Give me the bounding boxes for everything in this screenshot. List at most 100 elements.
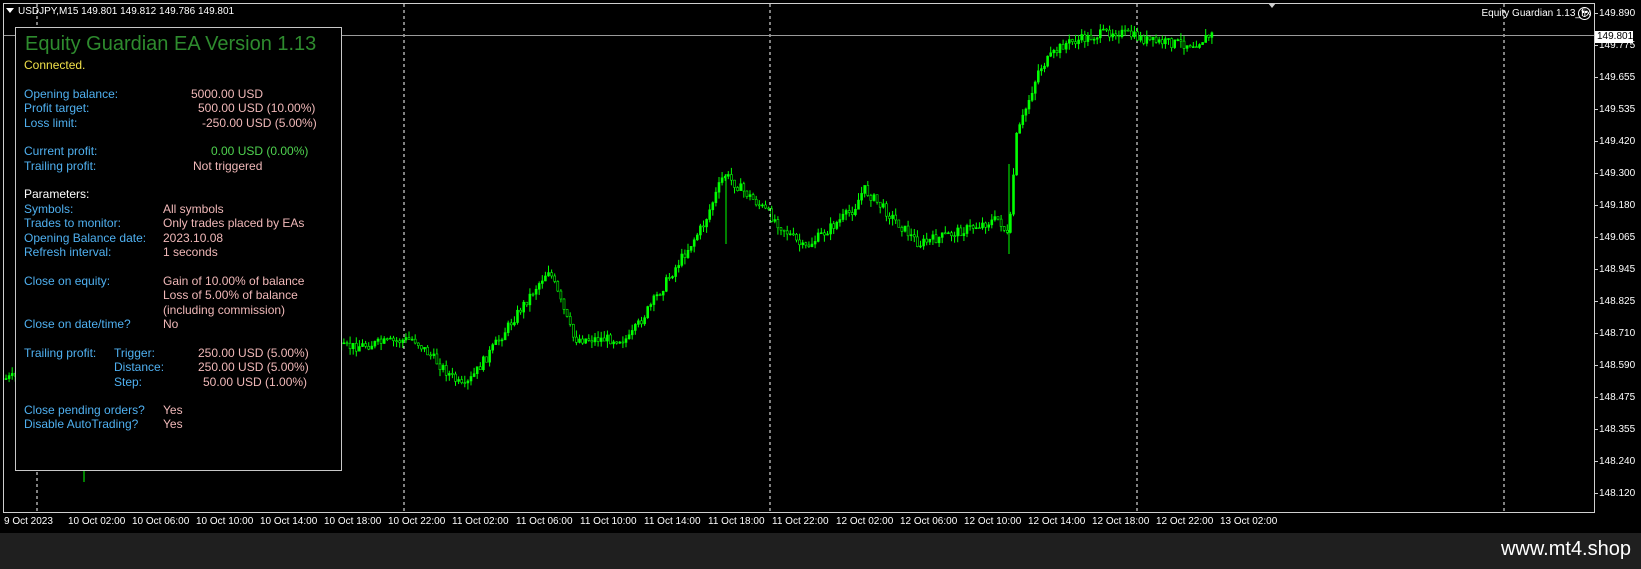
candle bbox=[571, 323, 575, 342]
candle bbox=[1002, 226, 1006, 233]
chart-window[interactable]: USDJPY,M15 149.801 149.812 149.786 149.8… bbox=[0, 0, 1641, 533]
candle bbox=[943, 226, 947, 235]
candle bbox=[826, 230, 829, 236]
candle bbox=[1080, 29, 1083, 43]
candle bbox=[981, 217, 984, 230]
candle bbox=[559, 289, 563, 303]
candle bbox=[968, 219, 972, 231]
candle bbox=[1005, 224, 1009, 235]
candle bbox=[919, 240, 922, 249]
time-tick: 11 Oct 10:00 bbox=[580, 516, 637, 527]
candle bbox=[599, 331, 603, 347]
candle bbox=[708, 204, 712, 223]
close-equity-line3: (including commission) bbox=[163, 303, 286, 317]
candle bbox=[900, 225, 904, 237]
candle bbox=[974, 222, 978, 230]
price-axis[interactable]: 149.890 149.775 149.655 149.535 149.420 149.3… bbox=[1594, 3, 1641, 513]
candle bbox=[460, 375, 464, 385]
profit-target-value: 500.00 USD (10.00%) bbox=[198, 101, 316, 115]
candle bbox=[692, 237, 696, 253]
candle bbox=[1077, 34, 1080, 50]
trigger-value: 250.00 USD (5.00%) bbox=[198, 346, 309, 360]
candle bbox=[792, 227, 795, 236]
candle bbox=[934, 229, 938, 244]
candle bbox=[1192, 42, 1195, 48]
close-equity-line1: Gain of 10.00% of balance bbox=[163, 274, 305, 288]
time-tick: 12 Oct 14:00 bbox=[1028, 516, 1086, 527]
price-tick: 148.475 bbox=[1594, 392, 1636, 403]
time-tick: 12 Oct 22:00 bbox=[1156, 516, 1214, 527]
candle bbox=[389, 335, 392, 340]
time-tick: 12 Oct 18:00 bbox=[1092, 516, 1150, 527]
price-tick: 148.590 bbox=[1594, 360, 1636, 371]
candle bbox=[1027, 94, 1031, 114]
candle bbox=[1176, 38, 1180, 42]
candle bbox=[370, 341, 374, 350]
candle bbox=[612, 339, 615, 349]
candle bbox=[575, 330, 578, 346]
candle bbox=[1145, 30, 1149, 47]
candle bbox=[785, 225, 789, 241]
candle bbox=[909, 228, 913, 242]
candle bbox=[1061, 39, 1065, 50]
candle bbox=[342, 338, 346, 345]
price-tick: 149.655 bbox=[1594, 72, 1636, 83]
candle bbox=[962, 227, 966, 242]
candle bbox=[1139, 31, 1142, 43]
candle bbox=[835, 220, 839, 231]
candle bbox=[705, 218, 708, 233]
price-tick: 149.890 bbox=[1594, 8, 1636, 19]
symbols-value: All symbols bbox=[163, 202, 224, 216]
candle bbox=[540, 275, 544, 289]
ob-date-label: Opening Balance date: bbox=[24, 231, 147, 245]
candle bbox=[348, 336, 352, 355]
candle bbox=[736, 186, 739, 192]
candle bbox=[1198, 43, 1201, 49]
candle bbox=[773, 214, 777, 224]
candle bbox=[999, 214, 1003, 232]
price-tick: 148.945 bbox=[1594, 264, 1636, 275]
smiley-icon[interactable] bbox=[1578, 7, 1591, 20]
chevron-down-icon[interactable] bbox=[6, 8, 14, 13]
candle bbox=[1123, 25, 1127, 36]
candle bbox=[1210, 31, 1214, 44]
candle bbox=[888, 212, 891, 225]
candle bbox=[931, 230, 935, 245]
candle bbox=[711, 201, 715, 216]
profit-target-label: Profit target: bbox=[24, 101, 90, 115]
candle bbox=[416, 342, 420, 349]
step-label: Step: bbox=[114, 375, 143, 389]
candle bbox=[816, 228, 820, 243]
candle bbox=[354, 337, 358, 357]
candle bbox=[1164, 36, 1167, 49]
price-tick: 148.355 bbox=[1594, 424, 1636, 435]
candle bbox=[556, 280, 560, 293]
candle bbox=[469, 371, 473, 386]
candle bbox=[345, 340, 349, 347]
candle bbox=[912, 229, 916, 243]
candle bbox=[761, 203, 764, 208]
candle bbox=[714, 187, 718, 207]
chart-shift-marker[interactable] bbox=[1268, 3, 1276, 8]
close-pending-value: Yes bbox=[163, 403, 183, 417]
candle bbox=[733, 179, 736, 194]
symbol-header[interactable]: USDJPY,M15 149.801 149.812 149.786 149.8… bbox=[6, 6, 234, 17]
candle bbox=[602, 331, 606, 342]
candle bbox=[590, 335, 594, 348]
candle bbox=[1009, 211, 1012, 234]
current-profit-label: Current profit: bbox=[24, 144, 98, 158]
candle bbox=[847, 204, 851, 217]
candle bbox=[764, 200, 767, 210]
time-axis[interactable]: 9 Oct 2023 10 Oct 02:00 10 Oct 06:00 10 Oct… bbox=[3, 513, 1595, 533]
time-tick: 11 Oct 06:00 bbox=[516, 516, 573, 527]
price-tick: 148.120 bbox=[1594, 488, 1636, 499]
candle bbox=[674, 264, 677, 283]
candle bbox=[860, 186, 863, 205]
candle bbox=[491, 342, 495, 354]
candle bbox=[392, 335, 395, 347]
candle bbox=[630, 324, 634, 340]
candle bbox=[457, 376, 460, 385]
candle bbox=[367, 342, 371, 351]
candle bbox=[993, 210, 997, 222]
time-tick: 11 Oct 14:00 bbox=[644, 516, 701, 527]
